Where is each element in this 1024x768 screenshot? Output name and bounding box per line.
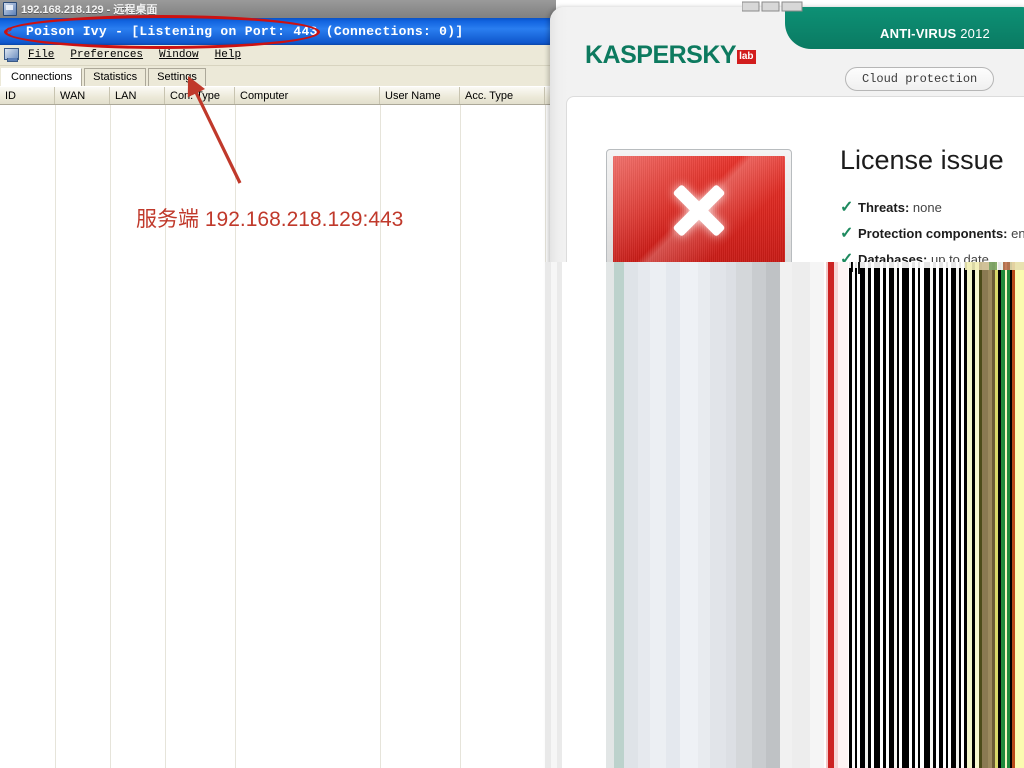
column-header-wan[interactable]: WAN	[55, 87, 110, 104]
column-divider	[55, 105, 56, 768]
status-monitor-icon	[606, 149, 792, 271]
menu-item-window[interactable]: Window	[159, 49, 199, 61]
poison-ivy-titlebar[interactable]: Poison Ivy - [Listening on Port: 443 (Co…	[0, 18, 556, 45]
remote-desktop-title: 192.168.218.129 - 远程桌面	[21, 4, 158, 16]
kaspersky-logo: KASPERSKY lab	[585, 41, 756, 70]
menu-item-file[interactable]: File	[28, 49, 54, 61]
column-header-computer[interactable]: Computer	[235, 87, 380, 104]
warning-icon-glitch	[830, 262, 834, 276]
remote-desktop-window: 192.168.218.129 - 远程桌面 Poison Ivy - [Lis…	[0, 0, 556, 768]
column-header-id[interactable]: ID	[0, 87, 55, 104]
screenshot-root: 192.168.218.129 - 远程桌面 Poison Ivy - [Lis…	[0, 0, 1024, 768]
poison-ivy-tabstrip: Connections Statistics Settings	[0, 66, 556, 86]
status-row-protection-components-label: Protection components:	[858, 226, 1008, 241]
menu-item-help-label: Help	[214, 49, 242, 61]
menu-item-preferences[interactable]: Preferences	[70, 49, 143, 61]
menu-item-help[interactable]: Help	[215, 49, 241, 61]
kaspersky-header: ANTI-VIRUS 2012 KASPERSKY lab Cloud prote…	[550, 7, 1024, 91]
product-year: 2012	[960, 26, 990, 41]
check-icon: ✓	[840, 199, 854, 216]
menu-item-preferences-label: Preferences	[70, 49, 144, 61]
column-divider	[460, 105, 461, 768]
menu-item-file-label: File	[28, 49, 55, 61]
status-row-threats-label: Threats:	[858, 200, 910, 215]
remote-desktop-icon	[3, 2, 17, 16]
glitch-stripes	[545, 262, 1024, 768]
poison-ivy-icon	[4, 22, 20, 40]
status-row-protection-components-value: enabled	[1011, 226, 1024, 241]
remote-desktop-titlebar[interactable]: 192.168.218.129 - 远程桌面	[0, 0, 556, 18]
product-banner-label: ANTI-VIRUS 2012	[785, 7, 1024, 63]
render-glitch-overlay	[545, 262, 1024, 768]
column-header-acc-type[interactable]: Acc. Type	[460, 87, 545, 104]
close-button[interactable]	[781, 1, 803, 12]
status-row-protection-components: ✓ Protection components: enabled	[840, 223, 1024, 243]
status-row-threats-value: none	[912, 200, 942, 215]
kaspersky-logo-text: KASPERSKY	[585, 41, 737, 69]
column-header-lan[interactable]: LAN	[110, 87, 165, 104]
tab-statistics[interactable]: Statistics	[84, 68, 147, 86]
annotation-note: 服务端 192.168.218.129:443	[136, 208, 404, 231]
poison-ivy-menubar: File Preferences Window Help	[0, 45, 556, 66]
tab-connections[interactable]: Connections	[1, 68, 83, 86]
tab-settings[interactable]: Settings	[148, 68, 206, 86]
maximize-button[interactable]	[761, 1, 780, 12]
column-header-user-name[interactable]: User Name	[380, 87, 460, 104]
cloud-protection-button[interactable]: Cloud protection	[845, 67, 995, 91]
status-title: License issue	[840, 145, 1004, 175]
status-monitor-screen	[613, 156, 785, 264]
minimize-button[interactable]	[742, 1, 760, 12]
connections-table-header: ID WAN LAN Con. Type Computer User Name …	[0, 86, 556, 105]
product-banner: ANTI-VIRUS 2012	[785, 7, 1024, 49]
status-row-threats: ✓ Threats: none	[840, 197, 942, 217]
kaspersky-lab-badge: lab	[737, 50, 756, 64]
column-divider	[110, 105, 111, 768]
menu-item-window-label: Window	[159, 49, 199, 61]
check-icon: ✓	[840, 225, 854, 242]
window-controls[interactable]	[742, 0, 804, 14]
poison-ivy-title: Poison Ivy - [Listening on Port: 443 (Co…	[26, 24, 464, 39]
product-name: ANTI-VIRUS	[880, 26, 957, 41]
application-icon	[4, 48, 20, 62]
column-header-con-type[interactable]: Con. Type	[165, 87, 235, 104]
